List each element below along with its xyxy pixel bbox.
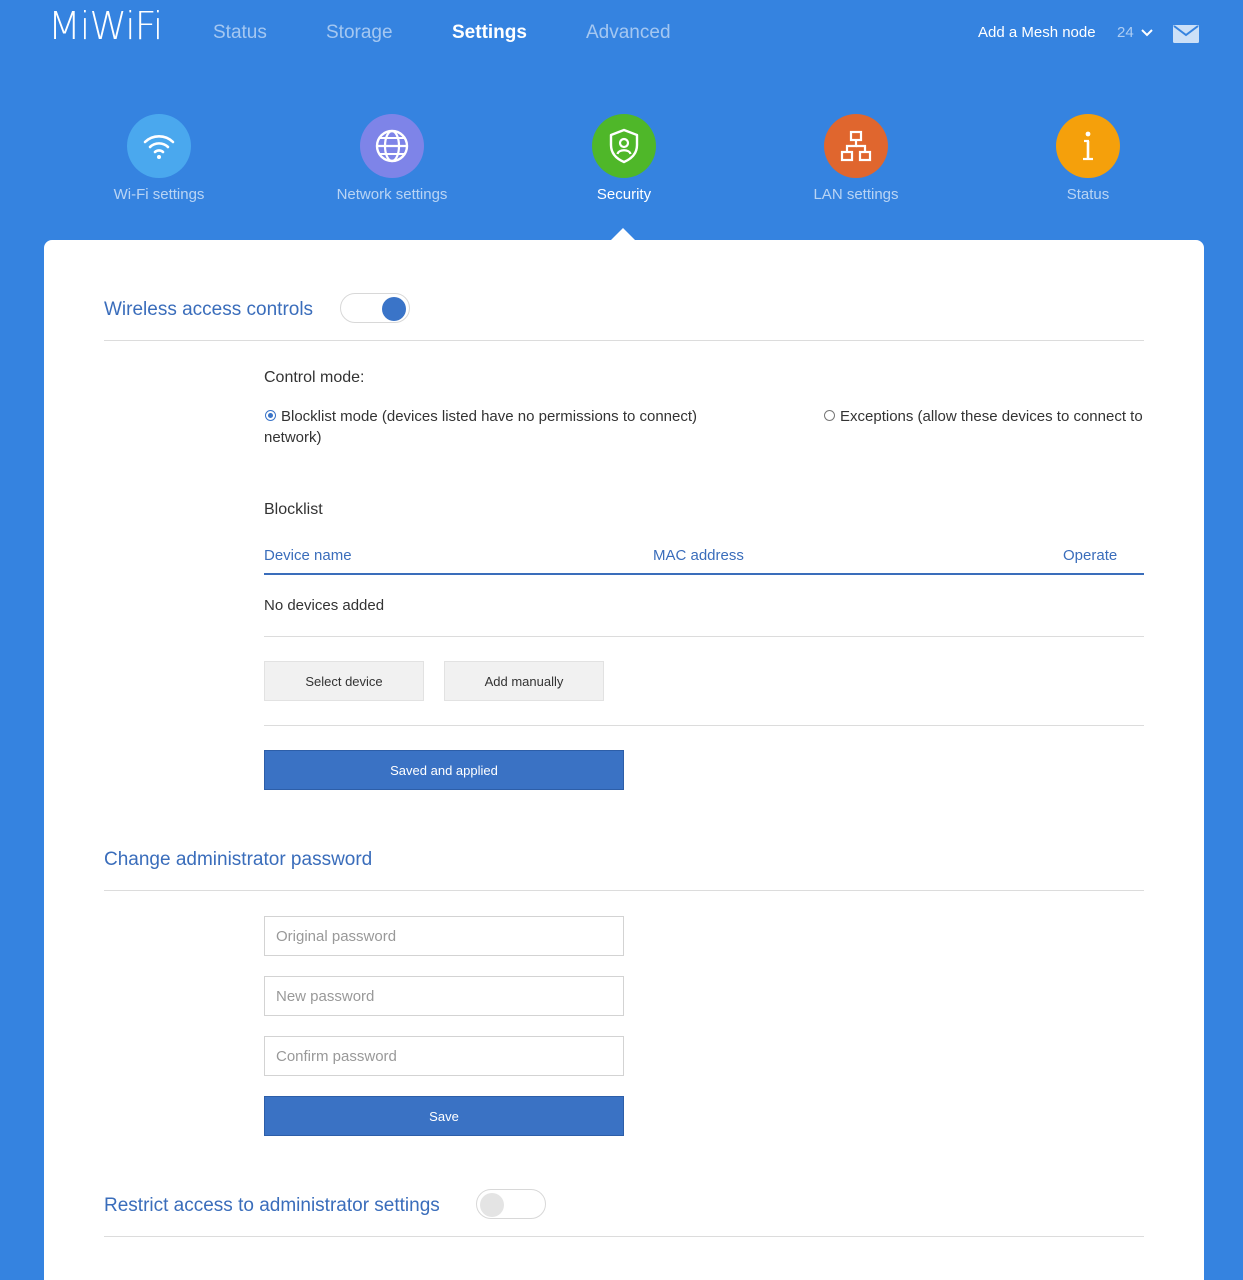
info-icon bbox=[1056, 114, 1120, 178]
select-device-button[interactable]: Select device bbox=[264, 661, 424, 701]
category-label: Wi-Fi settings bbox=[113, 186, 205, 203]
restrict-access-toggle[interactable] bbox=[476, 1189, 546, 1219]
divider bbox=[104, 340, 1144, 341]
category-label: Status bbox=[1066, 186, 1110, 203]
restrict-access-title: Restrict access to administrator setting… bbox=[104, 1195, 440, 1216]
tab-advanced[interactable]: Advanced bbox=[586, 22, 671, 44]
divider bbox=[264, 725, 1144, 726]
blocklist-mode-radio[interactable] bbox=[265, 410, 276, 421]
table-header-rule bbox=[264, 573, 1144, 575]
category-wifi-settings[interactable]: Wi-Fi settings bbox=[79, 114, 239, 203]
device-count[interactable]: 24 bbox=[1117, 24, 1134, 41]
wifi-icon bbox=[127, 114, 191, 178]
network-tree-icon bbox=[824, 114, 888, 178]
category-label: Security bbox=[596, 186, 652, 203]
category-label: LAN settings bbox=[813, 186, 899, 203]
divider bbox=[104, 1236, 1144, 1237]
tab-settings[interactable]: Settings bbox=[452, 22, 527, 44]
confirm-password-input[interactable] bbox=[264, 1036, 624, 1076]
category-security[interactable]: Security bbox=[544, 114, 704, 203]
divider bbox=[104, 890, 1144, 891]
empty-list-text: No devices added bbox=[264, 597, 385, 614]
security-panel: Wireless access controls Control mode: B… bbox=[44, 240, 1204, 1280]
exceptions-mode-label[interactable]: Exceptions (allow these devices to conne… bbox=[840, 408, 1143, 425]
blocklist-mode-label-wrap[interactable]: network) bbox=[264, 429, 322, 446]
toggle-knob bbox=[382, 297, 406, 321]
blocklist-mode-label[interactable]: Blocklist mode (devices listed have no p… bbox=[281, 408, 697, 425]
miwifi-logo[interactable]: MiWiFi bbox=[48, 4, 163, 48]
change-password-title: Change administrator password bbox=[104, 849, 373, 870]
new-password-input[interactable] bbox=[264, 976, 624, 1016]
category-lan-settings[interactable]: LAN settings bbox=[776, 114, 936, 203]
tab-status[interactable]: Status bbox=[213, 22, 267, 44]
chevron-down-icon[interactable] bbox=[1140, 26, 1154, 40]
shield-user-icon bbox=[592, 114, 656, 178]
category-status[interactable]: Status bbox=[1008, 114, 1168, 203]
wireless-access-toggle[interactable] bbox=[340, 293, 410, 323]
divider bbox=[264, 636, 1144, 637]
toggle-knob bbox=[480, 1193, 504, 1217]
top-navigation: MiWiFi Status Storage Settings Advanced … bbox=[0, 0, 1243, 70]
add-mesh-node-link[interactable]: Add a Mesh node bbox=[978, 24, 1096, 41]
column-mac-address: MAC address bbox=[653, 547, 744, 564]
globe-icon bbox=[360, 114, 424, 178]
wireless-access-title: Wireless access controls bbox=[104, 299, 314, 320]
column-device-name: Device name bbox=[264, 547, 352, 564]
save-apply-button[interactable]: Saved and applied bbox=[264, 750, 624, 790]
tab-storage[interactable]: Storage bbox=[326, 22, 393, 44]
blocklist-title: Blocklist bbox=[264, 501, 323, 518]
category-network-settings[interactable]: Network settings bbox=[312, 114, 472, 203]
category-label: Network settings bbox=[336, 186, 448, 203]
exceptions-mode-radio[interactable] bbox=[824, 410, 835, 421]
add-manually-button[interactable]: Add manually bbox=[444, 661, 604, 701]
original-password-input[interactable] bbox=[264, 916, 624, 956]
mail-icon[interactable] bbox=[1173, 24, 1199, 44]
control-mode-label: Control mode: bbox=[264, 369, 365, 386]
save-password-button[interactable]: Save bbox=[264, 1096, 624, 1136]
active-category-pointer bbox=[611, 228, 635, 240]
column-operate: Operate bbox=[1063, 547, 1118, 564]
